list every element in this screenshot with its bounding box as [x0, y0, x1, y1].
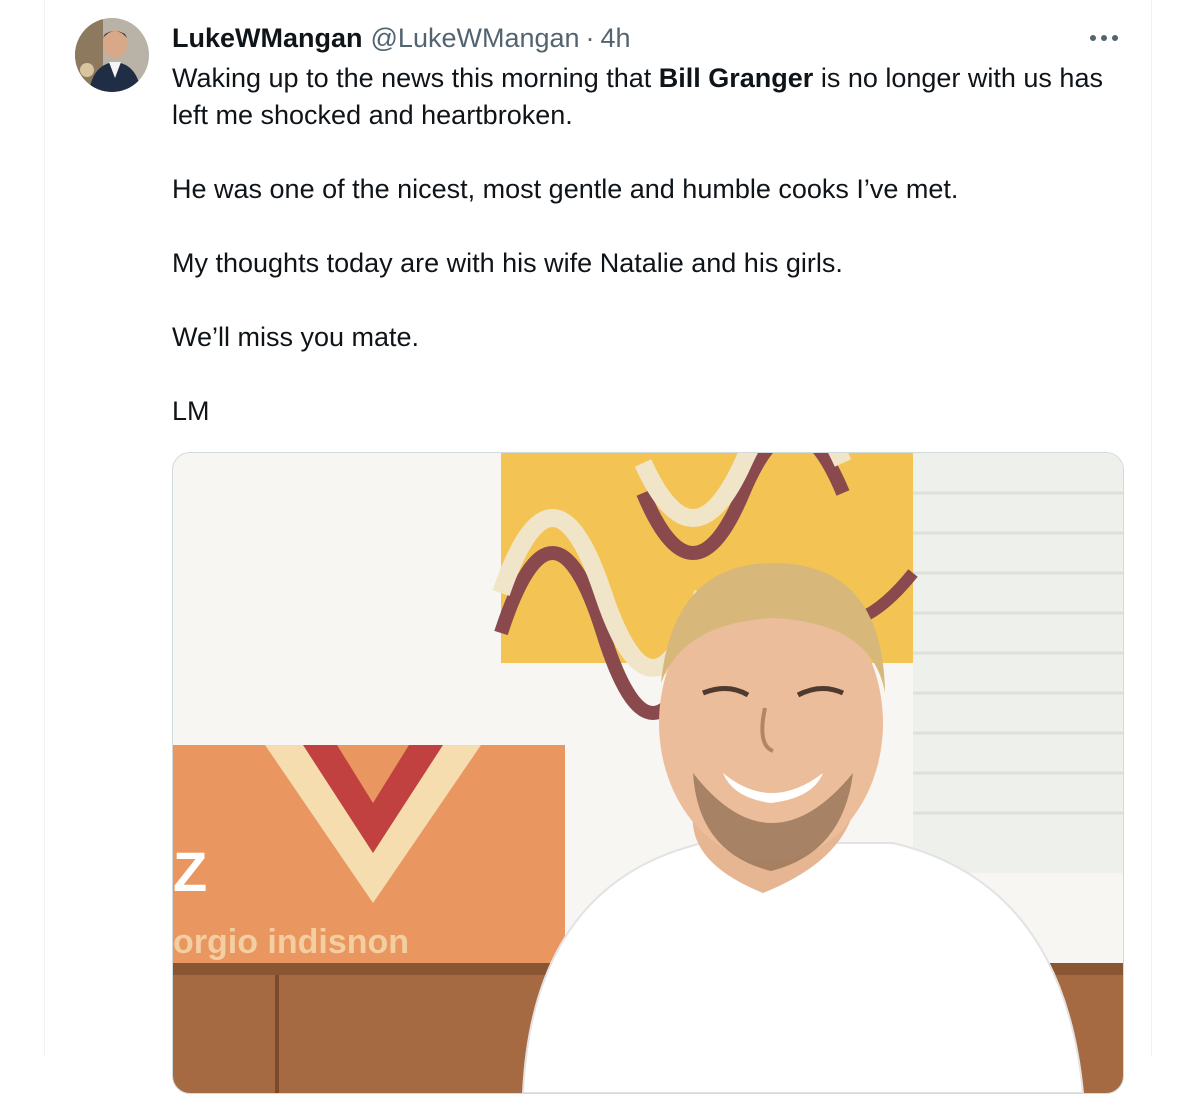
profile-photo-icon	[75, 18, 149, 92]
separator-dot: ·	[585, 22, 595, 53]
tweet-text-segment: Waking up to the news this morning that	[172, 63, 659, 93]
avatar[interactable]	[75, 18, 149, 92]
orange-sign: Z orgio indisnon	[173, 745, 565, 975]
photo-illustration: Z orgio indisnon	[173, 453, 1123, 1093]
more-button[interactable]	[1084, 24, 1124, 52]
mentioned-name: Bill Granger	[658, 63, 814, 93]
svg-text:orgio indisnon: orgio indisnon	[173, 923, 409, 961]
author-name[interactable]: LukeWMangan	[172, 23, 363, 54]
author-handle[interactable]: @LukeWMangan	[371, 23, 580, 54]
tweet-paragraph: My thoughts today are with his wife Nata…	[172, 248, 843, 278]
tweet-paragraph: We’ll miss you mate.	[172, 322, 420, 352]
tweet-paragraph: LM	[172, 396, 210, 426]
tweet-text: Waking up to the news this morning that …	[172, 60, 1122, 430]
svg-text:Z: Z	[173, 840, 207, 903]
tweet-timestamp[interactable]: 4h	[601, 23, 631, 54]
tweet-paragraph: He was one of the nicest, most gentle an…	[172, 174, 959, 204]
tweet-header: LukeWMangan @LukeWMangan · 4h	[172, 20, 631, 56]
tweet-media-photo[interactable]: Z orgio indisnon	[172, 452, 1124, 1094]
more-horizontal-icon	[1090, 35, 1118, 41]
tweet-paragraph: Waking up to the news this morning that …	[172, 60, 1122, 134]
